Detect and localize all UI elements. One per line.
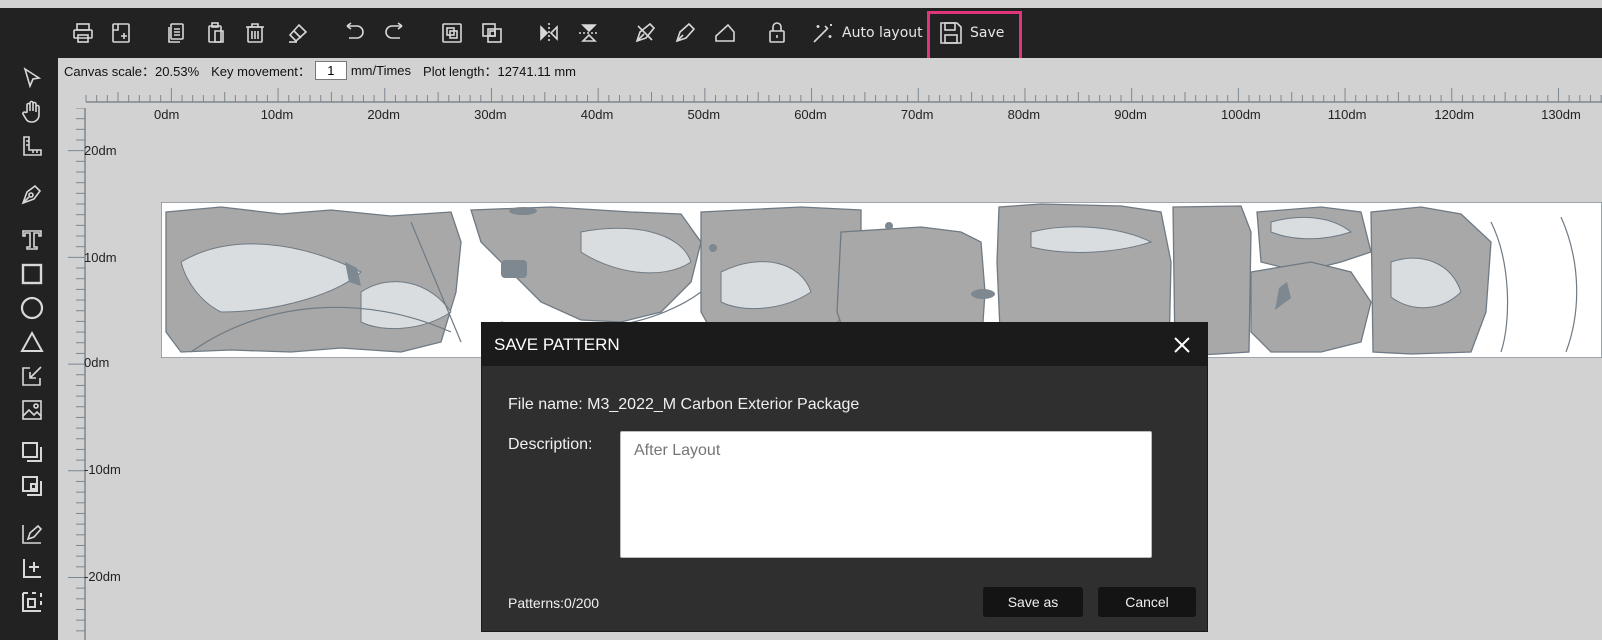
lock-icon[interactable]: [762, 18, 792, 48]
top-toolbar: Auto layout Save: [0, 8, 1602, 58]
ruler-label: 60dm: [794, 107, 827, 122]
select-arrow-icon[interactable]: [18, 64, 46, 92]
ruler-label: 80dm: [1007, 107, 1041, 122]
selection-box-icon[interactable]: [18, 588, 46, 616]
left-toolbar: [0, 58, 58, 640]
ruler-label: 90dm: [1114, 107, 1147, 122]
description-input[interactable]: [620, 431, 1152, 558]
save-pattern-dialog: SAVE PATTERN File name: M3_2022_M Carbon…: [481, 322, 1208, 632]
redo-icon[interactable]: [379, 18, 409, 48]
ruler-label: 30dm: [474, 107, 507, 122]
delete-icon[interactable]: [240, 18, 270, 48]
text-tool-icon[interactable]: [18, 226, 46, 254]
layer-delete-icon[interactable]: [18, 472, 46, 500]
circle-tool-icon[interactable]: [18, 294, 46, 322]
ruler-label: 70dm: [900, 107, 934, 122]
ungroup-icon[interactable]: [477, 18, 507, 48]
rectangle-tool-icon[interactable]: [18, 260, 46, 288]
auto-layout-label: Auto layout: [842, 25, 923, 41]
layer-icon[interactable]: [18, 438, 46, 466]
save-as-button[interactable]: Save as: [983, 587, 1083, 617]
key-movement-input[interactable]: [314, 60, 347, 80]
ruler-label: -10dm: [84, 462, 121, 477]
dialog-title: SAVE PATTERN: [494, 334, 620, 354]
shape-icon[interactable]: [710, 18, 740, 48]
eraser-icon[interactable]: [283, 18, 313, 48]
flip-vertical-icon[interactable]: [574, 18, 604, 48]
hand-icon[interactable]: [18, 98, 46, 126]
close-icon[interactable]: [1171, 334, 1193, 356]
ruler-label: -20dm: [84, 569, 121, 584]
ruler-label: 50dm: [687, 107, 721, 122]
ruler-label: 20dm: [84, 143, 117, 158]
ruler-label: 10dm: [84, 250, 117, 265]
ruler-label: 0dm: [84, 355, 110, 370]
ruler-label: 40dm: [580, 107, 614, 122]
pen-tool-icon[interactable]: [18, 180, 46, 208]
info-bar: Canvas scale：20.53% Key movement： mm/Tim…: [58, 58, 1602, 82]
dialog-header: SAVE PATTERN: [482, 323, 1207, 366]
ruler-label: 20dm: [367, 107, 400, 122]
vertical-ruler: [68, 108, 86, 640]
patterns-count: Patterns:0/200: [508, 595, 600, 611]
cancel-button[interactable]: Cancel: [1098, 587, 1196, 617]
print-icon[interactable]: [68, 18, 98, 48]
ruler-icon[interactable]: [18, 132, 46, 160]
file-name-text: File name: M3_2022_M Carbon Exterior Pac…: [508, 396, 860, 413]
undo-icon[interactable]: [340, 18, 370, 48]
key-movement-label: Key movement：: [211, 63, 311, 79]
app-window: Auto layout Save Canvas scale：20.53% Key…: [0, 0, 1602, 640]
flip-horizontal-icon[interactable]: [534, 18, 564, 48]
triangle-tool-icon[interactable]: [18, 328, 46, 356]
plot-length: Plot length：12741.11 mm: [423, 63, 576, 79]
description-label: Description:: [508, 436, 593, 453]
save-highlight-box: [927, 11, 1022, 61]
ruler-label: 0dm: [154, 107, 180, 122]
import-icon[interactable]: [18, 362, 46, 390]
baseline-edit-icon[interactable]: [18, 520, 46, 548]
horizontal-ruler: [85, 88, 1602, 103]
pen-icon[interactable]: [670, 18, 700, 48]
copy-icon[interactable]: [161, 18, 191, 48]
image-icon[interactable]: [18, 396, 46, 424]
key-movement-unit: mm/Times: [350, 62, 412, 78]
new-file-icon[interactable]: [106, 18, 136, 48]
edit-node-icon[interactable]: [630, 18, 660, 48]
ruler-label: 120dm: [1434, 107, 1475, 122]
ruler-label: 110dm: [1327, 107, 1367, 122]
ruler-label: 130dm: [1541, 107, 1581, 122]
ruler-label: 10dm: [260, 107, 294, 122]
group-icon[interactable]: [437, 18, 467, 48]
magic-wand-icon: [813, 24, 832, 43]
canvas-scale: Canvas scale：20.53%: [64, 63, 200, 79]
ruler-label: 100dm: [1221, 107, 1261, 122]
baseline-add-icon[interactable]: [18, 554, 46, 582]
auto-layout-button[interactable]: Auto layout: [810, 18, 923, 48]
paste-icon[interactable]: [201, 18, 231, 48]
